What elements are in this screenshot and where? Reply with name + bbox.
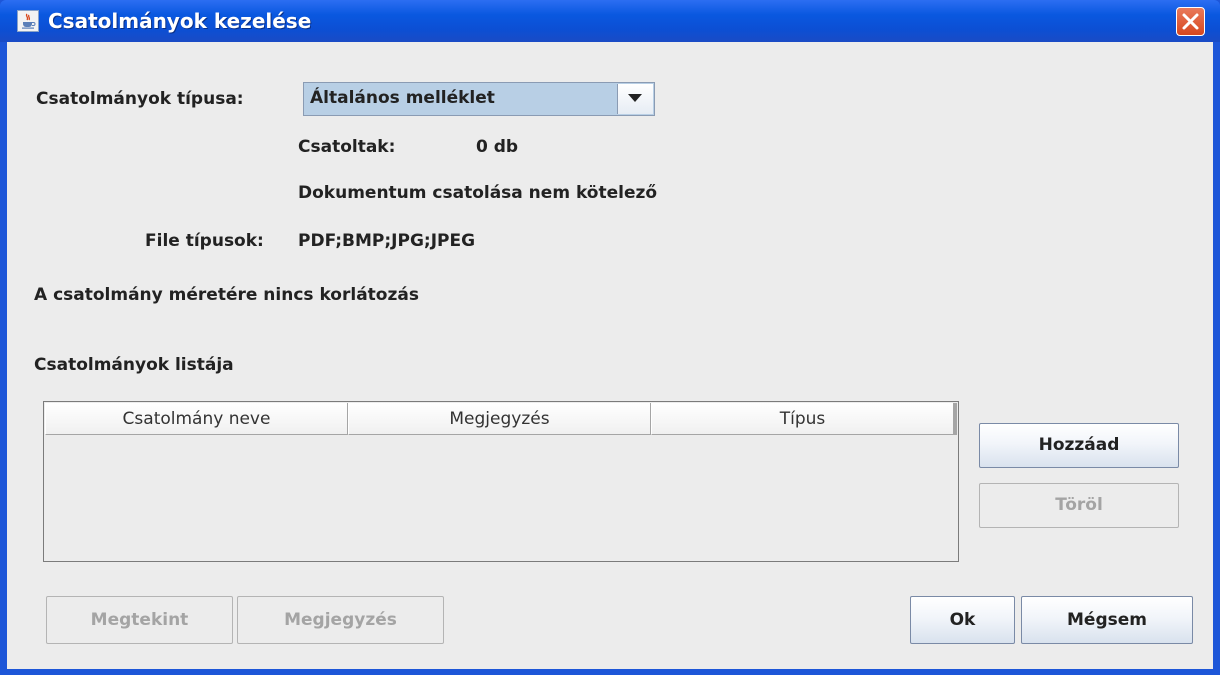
dropdown-button[interactable]	[617, 84, 653, 114]
size-note: A csatolmány méretére nincs korlátozás	[34, 285, 419, 305]
window-title: Csatolmányok kezelése	[48, 9, 312, 33]
column-header-note[interactable]: Megjegyzés	[348, 403, 651, 435]
column-header-type[interactable]: Típus	[651, 403, 957, 435]
attached-label: Csatoltak:	[298, 137, 396, 157]
ok-button[interactable]: Ok	[910, 596, 1015, 644]
close-icon	[1182, 13, 1199, 30]
column-header-name[interactable]: Csatolmány neve	[45, 403, 348, 435]
type-label: Csatolmányok típusa:	[36, 89, 244, 109]
dialog-window: Csatolmányok kezelése Csatolmányok típus…	[0, 0, 1220, 675]
note-button[interactable]: Megjegyzés	[237, 596, 444, 644]
cancel-button[interactable]: Mégsem	[1021, 596, 1193, 644]
file-types-value: PDF;BMP;JPG;JPEG	[298, 231, 476, 251]
type-select-value: Általános melléklet	[310, 88, 495, 108]
java-cup-icon	[17, 10, 39, 32]
add-button[interactable]: Hozzáad	[979, 423, 1179, 468]
list-title: Csatolmányok listája	[34, 355, 234, 375]
file-types-label: File típusok:	[145, 231, 264, 251]
delete-button[interactable]: Töröl	[979, 483, 1179, 528]
attachments-table[interactable]: Csatolmány neve Megjegyzés Típus	[43, 401, 959, 562]
attached-count: 0 db	[476, 137, 519, 157]
chevron-down-icon	[628, 94, 642, 102]
close-button[interactable]	[1176, 7, 1205, 36]
type-select[interactable]: Általános melléklet	[303, 82, 655, 116]
table-header: Csatolmány neve Megjegyzés Típus	[45, 403, 957, 435]
view-button[interactable]: Megtekint	[46, 596, 233, 644]
title-bar[interactable]: Csatolmányok kezelése	[0, 0, 1220, 42]
required-note: Dokumentum csatolása nem kötelező	[298, 183, 658, 203]
